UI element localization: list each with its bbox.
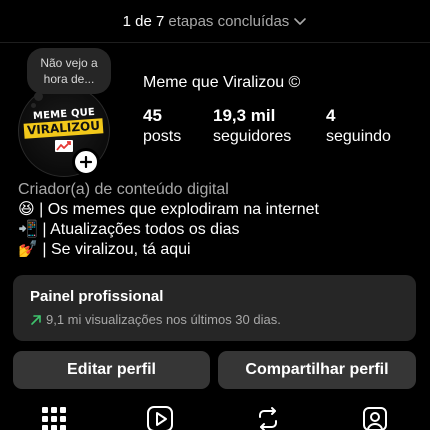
trending-up-arrow-icon [31,315,41,325]
tagged-icon[interactable] [361,405,389,430]
profile-screen: 1 de 7 etapas concluídas MEME QUE VIRALI… [0,0,430,430]
add-story-button[interactable] [72,148,100,176]
share-profile-button[interactable]: Compartilhar perfil [218,351,416,389]
bio-line: 📲 | Atualizações todos os dias [18,221,240,238]
reposts-icon[interactable] [254,405,282,430]
grid-icon[interactable] [40,405,68,430]
professional-dashboard-insight: 9,1 mi visualizações nos últimos 30 dias… [30,312,400,328]
followers-count: 19,3 mil [213,106,276,125]
note-bubble[interactable]: Não vejo a hora de... [27,48,111,94]
posts-label: posts [143,128,182,145]
note-tail-dot [34,92,43,101]
reels-icon[interactable] [146,405,174,430]
progress-label: etapas concluídas [168,12,290,30]
stat-followers[interactable]: 19,3 mil seguidores [213,106,291,148]
posts-count: 45 [143,106,162,125]
stat-following[interactable]: 4 seguindo [326,106,391,148]
professional-dashboard-title: Painel profissional [30,288,164,305]
note-line-2: hora de... [43,72,95,86]
bio: Criador(a) de conteúdo digital 😆 | Os me… [18,180,418,260]
bio-line: 💅 | Se viralizou, tá aqui [18,241,191,258]
note-line-1: Não vejo a [40,56,98,70]
following-label: seguindo [326,128,391,145]
following-count: 4 [326,106,336,125]
progress-count: 1 de 7 [122,12,165,30]
profile-name: Meme que Viralizou © [143,74,301,91]
followers-label: seguidores [213,128,292,145]
note-tail-dot-small [31,103,36,108]
profile-tabs [0,400,430,430]
professional-dashboard-card[interactable]: Painel profissional 9,1 mi visualizações… [13,275,416,341]
edit-profile-button[interactable]: Editar perfil [13,351,210,389]
bio-category: Criador(a) de conteúdo digital [18,181,229,198]
chevron-down-icon [294,18,307,25]
professional-dashboard-views: 9,1 mi visualizações nos últimos 30 dias… [46,312,281,327]
trend-chart-icon [55,140,73,152]
stat-posts[interactable]: 45 posts [143,106,181,148]
plus-icon [80,156,92,168]
bio-line: 😆 | Os memes que explodiram na internet [18,201,319,218]
setup-progress-toggle[interactable]: 1 de 7 etapas concluídas [0,0,430,43]
